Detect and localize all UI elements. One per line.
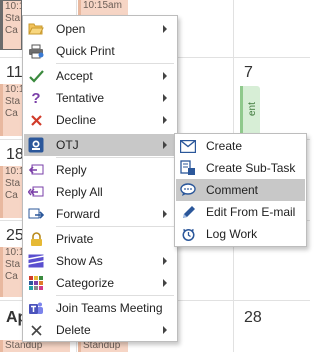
menu-item-quick-print[interactable]: Quick Print	[24, 40, 176, 62]
otj-submenu: Create Create Sub-Task Comment Edit From…	[174, 133, 307, 247]
menu-separator	[56, 226, 174, 227]
menu-item-accept[interactable]: Accept	[24, 65, 176, 87]
submenu-arrow-icon	[163, 94, 167, 102]
menu-item-label: Show As	[56, 254, 103, 268]
menu-item-label: Reply	[56, 163, 87, 177]
forward-icon	[24, 203, 48, 225]
menu-item-label: Private	[56, 232, 94, 246]
event-title: Sta	[5, 96, 21, 107]
context-menu: Open Quick Print Accept ? Tentative Decl…	[22, 15, 178, 342]
menu-separator	[56, 295, 174, 296]
menu-item-private[interactable]: Private	[24, 228, 176, 250]
event-time: 10:15am	[5, 84, 22, 95]
question-icon: ?	[31, 89, 41, 107]
day-number: 11	[6, 64, 23, 81]
menu-item-label: Quick Print	[56, 44, 115, 58]
event-title: Ca	[5, 271, 18, 282]
event-title: ent	[247, 102, 258, 116]
event-title: Ca	[5, 190, 18, 201]
menu-item-label: Forward	[56, 207, 101, 221]
event-title: Sta	[5, 178, 21, 189]
menu-item-reply-all[interactable]: Reply All	[24, 181, 176, 203]
menu-item-label: OTJ	[56, 138, 79, 152]
event-title: Ca	[5, 108, 18, 119]
otj-app-icon	[24, 134, 48, 156]
submenu-item-comment[interactable]: Comment	[176, 179, 305, 201]
menu-item-open[interactable]: Open	[24, 18, 176, 40]
reply-icon	[24, 159, 48, 181]
show-as-icon	[24, 250, 48, 272]
submenu-item-label: Log Work	[206, 227, 258, 241]
event-title: Sta	[5, 259, 21, 270]
menu-item-reply[interactable]: Reply	[24, 159, 176, 181]
event-time: 10:15am	[83, 0, 122, 11]
menu-item-label: Open	[56, 22, 86, 36]
pencil-icon	[176, 201, 200, 223]
menu-item-categorize[interactable]: Categorize	[24, 272, 176, 294]
menu-item-tentative[interactable]: ? Tentative	[24, 87, 176, 109]
event-time: 10:15am	[5, 1, 21, 12]
clock-icon	[176, 223, 200, 245]
submenu-arrow-icon	[163, 25, 167, 33]
calendar-event[interactable]: 10:15am Sta Ca	[0, 0, 22, 50]
calendar-event[interactable]: 10:15am Sta Ca	[0, 84, 22, 136]
menu-item-forward[interactable]: Forward	[24, 203, 176, 225]
checkmark-icon	[24, 65, 48, 87]
menu-item-join-teams-meeting[interactable]: Join Teams Meeting	[24, 297, 176, 319]
menu-separator	[56, 63, 174, 64]
subtask-icon	[176, 157, 200, 179]
categorize-icon	[24, 272, 48, 294]
submenu-item-log-work[interactable]: Log Work	[176, 223, 305, 245]
submenu-item-label: Edit From E-mail	[206, 205, 296, 219]
menu-item-show-as[interactable]: Show As	[24, 250, 176, 272]
comment-icon	[176, 179, 200, 201]
menu-separator	[56, 157, 174, 158]
reply-all-icon	[24, 181, 48, 203]
lock-icon	[24, 228, 48, 250]
submenu-item-label: Create	[206, 139, 243, 153]
submenu-arrow-icon	[163, 210, 167, 218]
submenu-item-edit-from-email[interactable]: Edit From E-mail	[176, 201, 305, 223]
menu-item-otj[interactable]: OTJ	[24, 134, 176, 156]
menu-item-label: Tentative	[56, 91, 105, 105]
submenu-arrow-icon	[163, 279, 167, 287]
submenu-item-create[interactable]: Create	[176, 135, 305, 157]
day-number: 7	[244, 64, 253, 81]
teams-icon	[24, 297, 48, 319]
submenu-item-label: Comment	[206, 183, 259, 197]
calendar-event[interactable]: 10:15am	[78, 0, 128, 16]
menu-item-decline[interactable]: Decline	[24, 109, 176, 131]
menu-item-label: Accept	[56, 69, 93, 83]
menu-item-label: Categorize	[56, 276, 115, 290]
event-title: Sta	[5, 13, 21, 24]
folder-open-icon	[24, 18, 48, 40]
menu-item-label: Decline	[56, 113, 97, 127]
calendar-event[interactable]: 10:15am Sta Ca	[0, 247, 22, 297]
submenu-arrow-icon	[163, 326, 167, 334]
submenu-item-label: Create Sub-Task	[206, 161, 296, 175]
submenu-arrow-icon	[163, 116, 167, 124]
submenu-arrow-icon	[163, 141, 167, 149]
menu-item-label: Reply All	[56, 185, 103, 199]
x-icon	[24, 109, 48, 131]
event-time: 10:15am	[5, 247, 22, 258]
menu-item-label: Delete	[56, 323, 91, 337]
menu-item-label: Join Teams Meeting	[56, 301, 163, 315]
day-number: 28	[244, 309, 262, 326]
event-time: 10:15am	[5, 166, 22, 177]
menu-item-delete[interactable]: Delete	[24, 319, 176, 341]
calendar-event[interactable]: 10:15am Sta Ca	[0, 166, 22, 218]
submenu-arrow-icon	[163, 257, 167, 265]
printer-icon	[24, 40, 48, 62]
submenu-item-create-sub-task[interactable]: Create Sub-Task	[176, 157, 305, 179]
envelope-icon	[176, 135, 200, 157]
delete-icon	[24, 319, 48, 341]
event-title: Ca	[5, 25, 18, 36]
submenu-arrow-icon	[163, 72, 167, 80]
